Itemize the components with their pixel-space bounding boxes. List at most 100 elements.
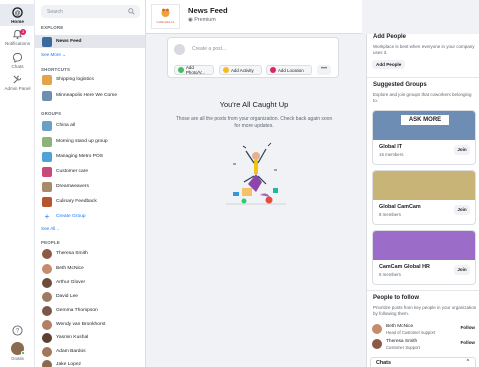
rail-chats-label: Chats <box>11 64 24 69</box>
follow-person-role: Head of Customer support <box>386 330 436 335</box>
sidebar-item-group[interactable]: Morning stand up group <box>35 135 145 148</box>
sidebar-item-group[interactable]: Dreamweavers <box>35 180 145 193</box>
person-name: Beth McNice <box>56 266 84 271</box>
sidebar-item-shortcut[interactable]: Minneapolis Here We Come <box>35 89 145 102</box>
add-photo-label: Add Photo/V... <box>186 65 205 75</box>
sidebar-item-person[interactable]: Yasmin Kushal <box>35 331 145 344</box>
people-heading: PEOPLE <box>41 240 61 245</box>
composer-input[interactable]: Create a post... <box>192 46 226 52</box>
join-button[interactable]: Join <box>454 205 470 215</box>
rail-admin-label: Admin Panel <box>4 86 31 91</box>
see-all-link[interactable]: See All... <box>41 226 59 231</box>
group-label: Morning stand up group <box>56 139 108 144</box>
rail-home[interactable]: @ Home <box>0 4 35 26</box>
composer-avatar <box>174 44 185 55</box>
group-cover-image <box>373 171 475 200</box>
sidebar-item-person[interactable]: Jake Lopez <box>35 358 145 367</box>
join-button[interactable]: Join <box>454 145 470 155</box>
user-name: Gnatis <box>11 356 24 361</box>
plus-icon: + <box>44 212 50 221</box>
more-options-button[interactable]: ••• <box>317 65 331 75</box>
suggested-group-card[interactable]: Global CamCam 8 members Join <box>372 170 476 225</box>
chevron-down-icon: ⌄ <box>62 52 67 57</box>
sidebar-item-person[interactable]: David Lee <box>35 290 145 303</box>
suggested-group-card[interactable]: CamCam Global HR 5 members Join <box>372 230 476 285</box>
sidebar-item-group[interactable]: China all <box>35 119 145 132</box>
location-pin-icon <box>270 67 276 73</box>
post-composer: Create a post... Add Photo/V... Add Acti… <box>167 37 339 78</box>
avatar <box>42 291 52 302</box>
see-more-link[interactable]: See More ⌄ <box>41 52 66 58</box>
sidebar-item-person[interactable]: Gemma Thompson <box>35 304 145 317</box>
search-placeholder: Search <box>47 9 63 15</box>
svg-text:?: ? <box>16 329 20 335</box>
group-name: Global CamCam <box>379 204 421 210</box>
avatar <box>42 277 52 288</box>
page-title: News Feed <box>188 6 228 15</box>
sidebar-item-person[interactable]: Beth McNice <box>35 262 145 275</box>
person-name: David Lee <box>56 294 79 299</box>
create-group-button[interactable]: + Create Group <box>35 210 145 223</box>
company-logo: CamCam Ltd. <box>151 4 180 29</box>
follow-person-name: Theresa Smith <box>386 339 418 344</box>
workplace-logo-icon: @ <box>12 7 23 18</box>
person-name: Wendy van Bronkhorst <box>56 322 106 327</box>
avatar <box>42 305 52 316</box>
people-to-follow-text: Prioritize posts from key people in your… <box>373 305 477 316</box>
feed-header: CamCam Ltd. News Feed ◉ Premium <box>146 0 362 34</box>
svg-text:@: @ <box>15 11 21 17</box>
groups-heading: GROUPS <box>41 111 62 116</box>
join-button[interactable]: Join <box>454 265 470 275</box>
divider <box>367 290 479 291</box>
sidebar-item-group[interactable]: Managing Metro POS <box>35 150 145 163</box>
sidebar-item-news-feed[interactable]: News Feed <box>35 35 145 48</box>
add-photo-button[interactable]: Add Photo/V... <box>174 65 214 75</box>
rail-admin-panel[interactable]: Admin Panel <box>0 74 35 92</box>
group-members: 5 members <box>379 272 401 277</box>
explore-heading: EXPLORE <box>41 25 64 30</box>
group-cover-image: ASK MORE <box>373 111 475 140</box>
suggested-group-card[interactable]: ASK MORE Global IT 15 members Join <box>372 110 476 165</box>
help-icon[interactable]: ? <box>12 325 23 336</box>
shortcut-thumb-icon <box>42 74 52 85</box>
left-rail: @ Home 3 Notifications Chats Admin Panel… <box>0 0 35 367</box>
follow-button[interactable]: Follow <box>460 325 475 330</box>
person-name: Arthur Glover <box>56 280 86 285</box>
search-input[interactable]: Search <box>41 5 140 18</box>
sidebar-item-person[interactable]: Arthur Glover <box>35 276 145 289</box>
sidebar-item-group[interactable]: Culinary Feedback <box>35 195 145 208</box>
shortcuts-heading: SHORTCUTS <box>41 67 71 72</box>
sidebar-item-group[interactable]: Customer care <box>35 165 145 178</box>
cover-sign: ASK MORE <box>401 115 449 125</box>
group-thumb-icon <box>42 136 52 147</box>
group-thumb-icon <box>42 196 52 207</box>
follow-person-name: Beth McNice <box>386 324 414 329</box>
sidebar-item-person[interactable]: Adam Bardos <box>35 345 145 358</box>
group-label: Customer care <box>56 169 89 174</box>
news-feed-label: News Feed <box>56 39 82 44</box>
sidebar-item-person[interactable]: Wendy van Bronkhorst <box>35 318 145 331</box>
caught-up-text: Those are all the posts from your organi… <box>175 116 333 129</box>
add-activity-button[interactable]: Add Activity <box>219 65 262 75</box>
group-thumb-icon <box>42 181 52 192</box>
avatar <box>372 339 382 349</box>
premium-text: Premium <box>194 17 216 23</box>
premium-label: ◉ Premium <box>188 17 216 23</box>
workplace-app: @ Home 3 Notifications Chats Admin Panel… <box>0 0 479 367</box>
add-people-button[interactable]: Add People <box>372 60 406 69</box>
avatar <box>42 332 52 343</box>
chats-bar[interactable]: Chats ⌃ <box>370 357 476 367</box>
rail-notifications[interactable]: 3 Notifications <box>0 29 35 49</box>
shortcut-label: Shipping logistics <box>56 77 94 82</box>
group-thumb-icon <box>42 151 52 162</box>
wrench-icon <box>13 75 22 84</box>
shortcut-thumb-icon <box>42 90 52 101</box>
right-column: Add People Workplace is best when everyo… <box>366 34 479 367</box>
sidebar-item-shortcut[interactable]: Shipping logistics <box>35 73 145 86</box>
avatar <box>372 324 382 334</box>
sidebar-item-person[interactable]: Theresa Smith <box>35 247 145 260</box>
see-more-label: See More <box>41 52 61 57</box>
rail-chats[interactable]: Chats <box>0 52 35 70</box>
add-location-button[interactable]: Add Location <box>266 65 312 75</box>
follow-button[interactable]: Follow <box>460 340 475 345</box>
